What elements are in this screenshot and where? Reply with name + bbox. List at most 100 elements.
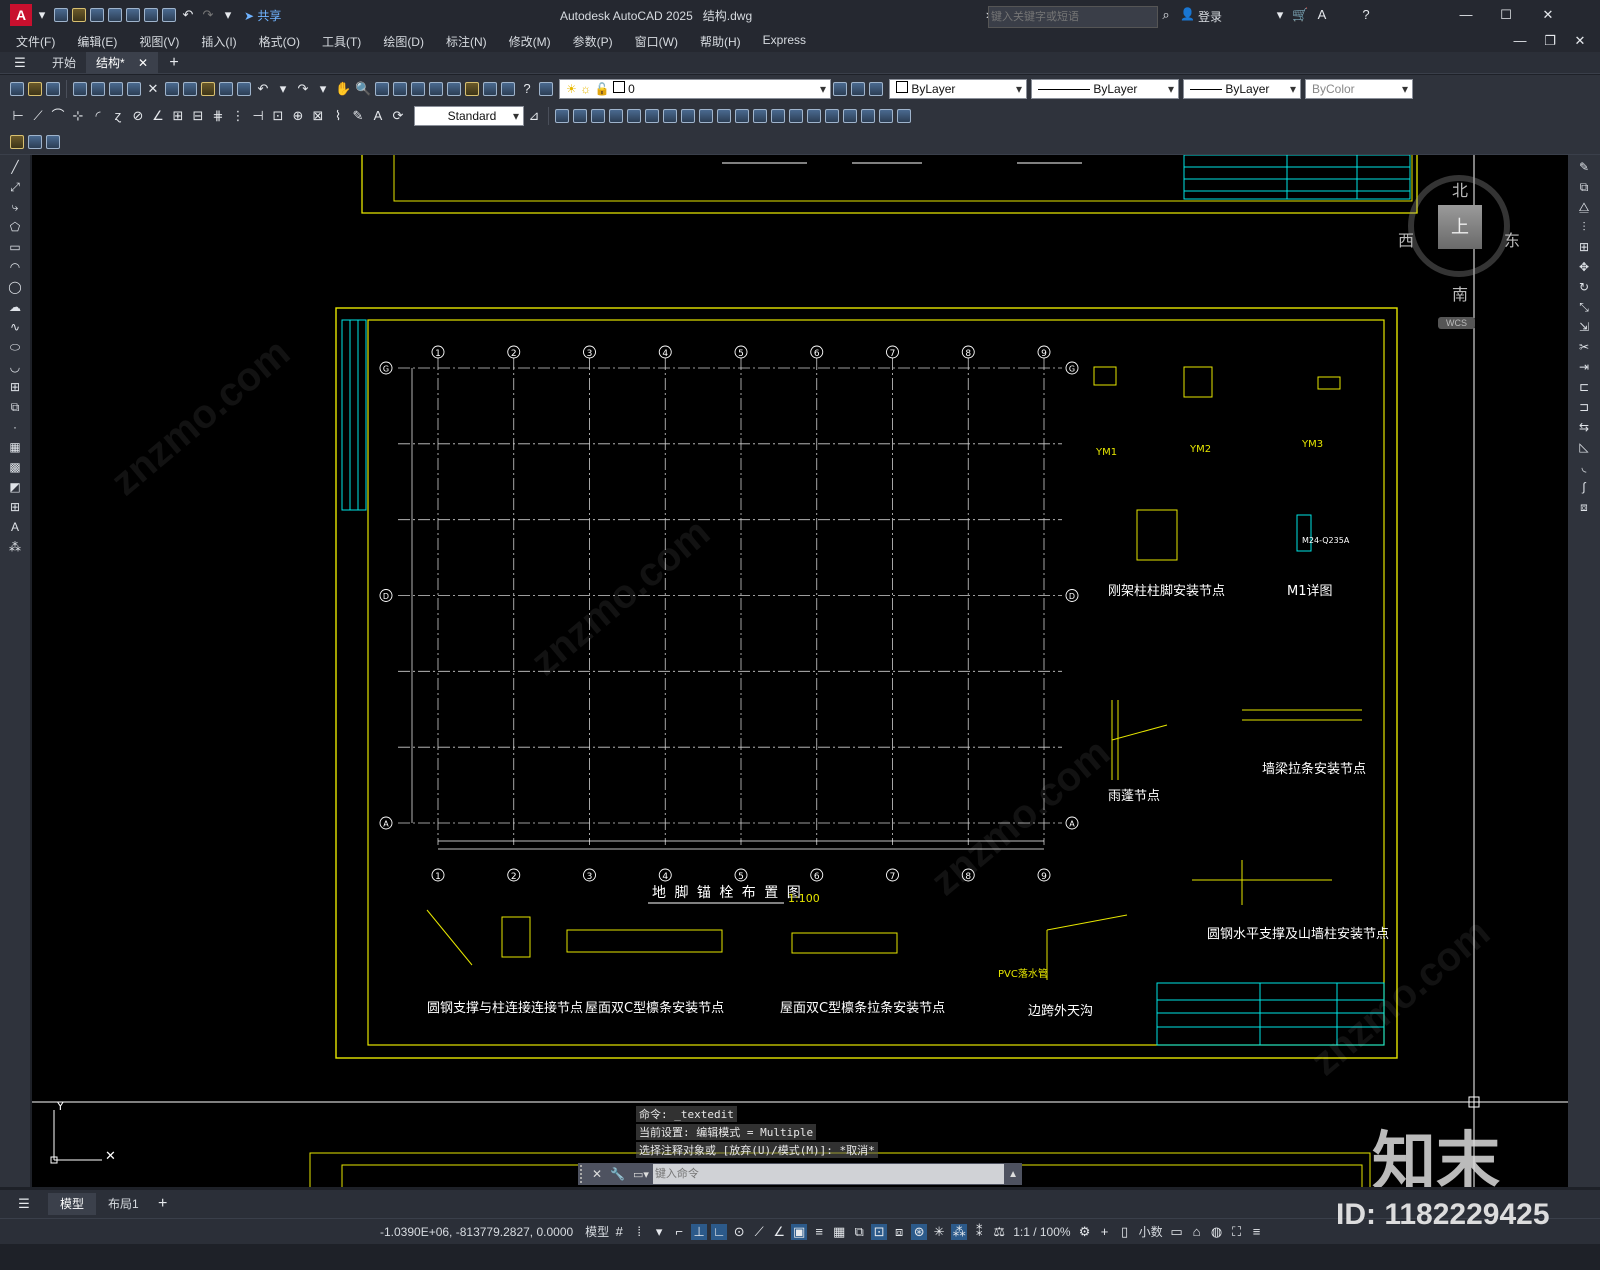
zoom-realtime-icon[interactable]: 🔍 [355,81,371,97]
express-tool-3-icon[interactable] [46,134,60,149]
model-space-button[interactable]: 模型 [585,1223,609,1240]
cart-icon[interactable]: 🛒 [1292,7,1308,23]
angular-dim-icon[interactable]: ∠ [150,108,166,124]
tab-model[interactable]: 模型 [48,1193,97,1215]
units-icon[interactable]: ▯ [1117,1224,1133,1240]
grid-icon[interactable]: # [611,1224,627,1240]
autodesk-app-icon[interactable]: A [1314,7,1330,23]
qnew-icon[interactable] [10,82,24,96]
command-prompt-icon[interactable]: ▭▾ [633,1168,649,1181]
dim-style-dropdown[interactable]: Standard [414,106,524,126]
isodraft-icon[interactable]: ⟋ [751,1224,767,1240]
linetype-dropdown[interactable]: ByLayer [1031,79,1179,99]
dim-text-edit-icon[interactable]: A [370,108,386,124]
dim-space-icon[interactable]: ⋮ [230,108,246,124]
tab-layout1[interactable]: 布局1 [96,1193,151,1215]
express-tool-1-icon[interactable] [10,134,24,149]
dim-break-icon[interactable]: ⊣ [250,108,266,124]
shell-icon[interactable] [825,109,839,123]
dim-edit-icon[interactable]: ✎ [350,108,366,124]
viewcube-south[interactable]: 南 [1452,281,1468,305]
menu-help[interactable]: 帮助(H) [700,33,741,50]
zoom-window-icon[interactable] [375,82,389,96]
open-icon[interactable] [28,82,42,96]
diameter-dim-icon[interactable]: ⊘ [130,108,146,124]
maximize-window-icon[interactable]: ☐ [1498,7,1514,23]
print-icon[interactable] [162,8,176,22]
slice-icon[interactable] [753,109,767,123]
preview-icon[interactable] [91,82,105,96]
box-icon[interactable] [555,109,569,123]
jogged-linear-icon[interactable]: ⌇ [330,108,346,124]
layer-properties-icon[interactable] [539,82,553,96]
extend-icon[interactable]: ⇥ [1576,359,1592,375]
dynamic-ucs-icon[interactable]: ⧈ [891,1224,907,1240]
login-button[interactable]: 登录 [1198,8,1222,25]
rotate-icon[interactable]: ↻ [1576,279,1592,295]
tolerance-icon[interactable]: ⊡ [270,108,286,124]
point-icon[interactable]: · [7,419,23,435]
jogged-dim-icon[interactable]: ɀ [110,108,126,124]
gradient-icon[interactable]: ▩ [7,459,23,475]
chamfer-icon[interactable]: ◺ [1576,439,1592,455]
wcs-menu[interactable]: WCS [1438,317,1475,329]
menu-format[interactable]: 格式(O) [259,33,300,50]
command-input[interactable] [652,1164,1005,1184]
imprint-icon[interactable] [897,109,911,123]
selection-filter-icon[interactable]: ⊛ [911,1223,928,1240]
wedge-icon[interactable] [627,109,641,123]
polyline-icon[interactable]: ⤷ [7,199,23,215]
section-icon[interactable] [771,109,785,123]
infer-constraints-icon[interactable]: ⌐ [671,1224,687,1240]
region-icon[interactable]: ◩ [7,479,23,495]
insert-block-icon[interactable]: ⊞ [7,379,23,395]
fillet-icon[interactable]: ◟ [1576,459,1592,475]
mirror-icon[interactable]: ⧋ [1576,199,1592,215]
torus-icon[interactable] [645,109,659,123]
quick-properties-icon[interactable]: ▭ [1169,1224,1185,1240]
tab-drawing[interactable]: 结构* ✕ [86,51,159,74]
rectangle-icon[interactable]: ▭ [7,239,23,255]
publish-icon[interactable] [126,8,140,22]
annotation-visibility-icon[interactable]: ⁂ [951,1223,968,1240]
drawing-canvas[interactable]: 112233445566778899GGDDAA YM1 YM2 YM3 刚架柱… [32,155,1568,1187]
calculator-icon[interactable] [501,82,515,96]
menu-insert[interactable]: 插入(I) [201,33,236,50]
scale-icon[interactable]: ⤡ [1576,299,1592,315]
undo-icon[interactable]: ↶ [180,7,196,23]
solid-edit-icon[interactable] [807,109,821,123]
minimize-window-icon[interactable]: — [1458,7,1474,23]
make-current-layer-icon[interactable] [833,82,847,96]
radius-dim-icon[interactable]: ◜ [90,108,106,124]
save-toolbar-icon[interactable] [46,82,60,96]
viewcube-north[interactable]: 北 [1452,177,1468,201]
dynamic-input-icon[interactable]: ⊥ [691,1223,708,1240]
erase-icon[interactable]: ✎ [1576,159,1592,175]
viewcube[interactable]: 上 北 南 西 东 WCS [1398,165,1520,329]
layout-menu-icon[interactable]: ☰ [16,1196,32,1212]
construction-line-icon[interactable]: ⤢ [7,179,23,195]
polygon-icon[interactable]: ⬠ [7,219,23,235]
cylinder-icon[interactable] [591,109,605,123]
move-icon[interactable]: ✥ [1576,259,1592,275]
viewcube-east[interactable]: 东 [1504,227,1520,251]
login-dropdown-icon[interactable]: ▾ [1272,7,1288,23]
object-snap-tracking-icon[interactable]: ∠ [771,1224,787,1240]
new-tab-icon[interactable]: + [166,54,182,71]
offset-icon[interactable]: ⫶ [1576,219,1592,235]
clean-icon[interactable] [861,109,875,123]
join-icon[interactable]: ⇆ [1576,419,1592,435]
make-block-icon[interactable]: ⧉ [7,399,23,415]
plot-preview-icon[interactable] [144,8,158,22]
explode-icon[interactable]: ⧈ [1576,499,1592,515]
copy-object-icon[interactable]: ⧉ [1576,179,1592,195]
search-icon[interactable]: ⌕ [1158,7,1174,23]
viewcube-west[interactable]: 西 [1398,227,1414,251]
ellipse-arc-icon[interactable]: ◡ [7,359,23,375]
trim-icon[interactable]: ✂ [1576,339,1592,355]
redo-icon[interactable]: ↷ [200,7,216,23]
close-toolbar-icon[interactable]: ✕ [145,81,161,97]
revolve-icon[interactable] [681,109,695,123]
union-icon[interactable] [699,109,713,123]
tab-close-icon[interactable]: ✕ [138,56,148,70]
